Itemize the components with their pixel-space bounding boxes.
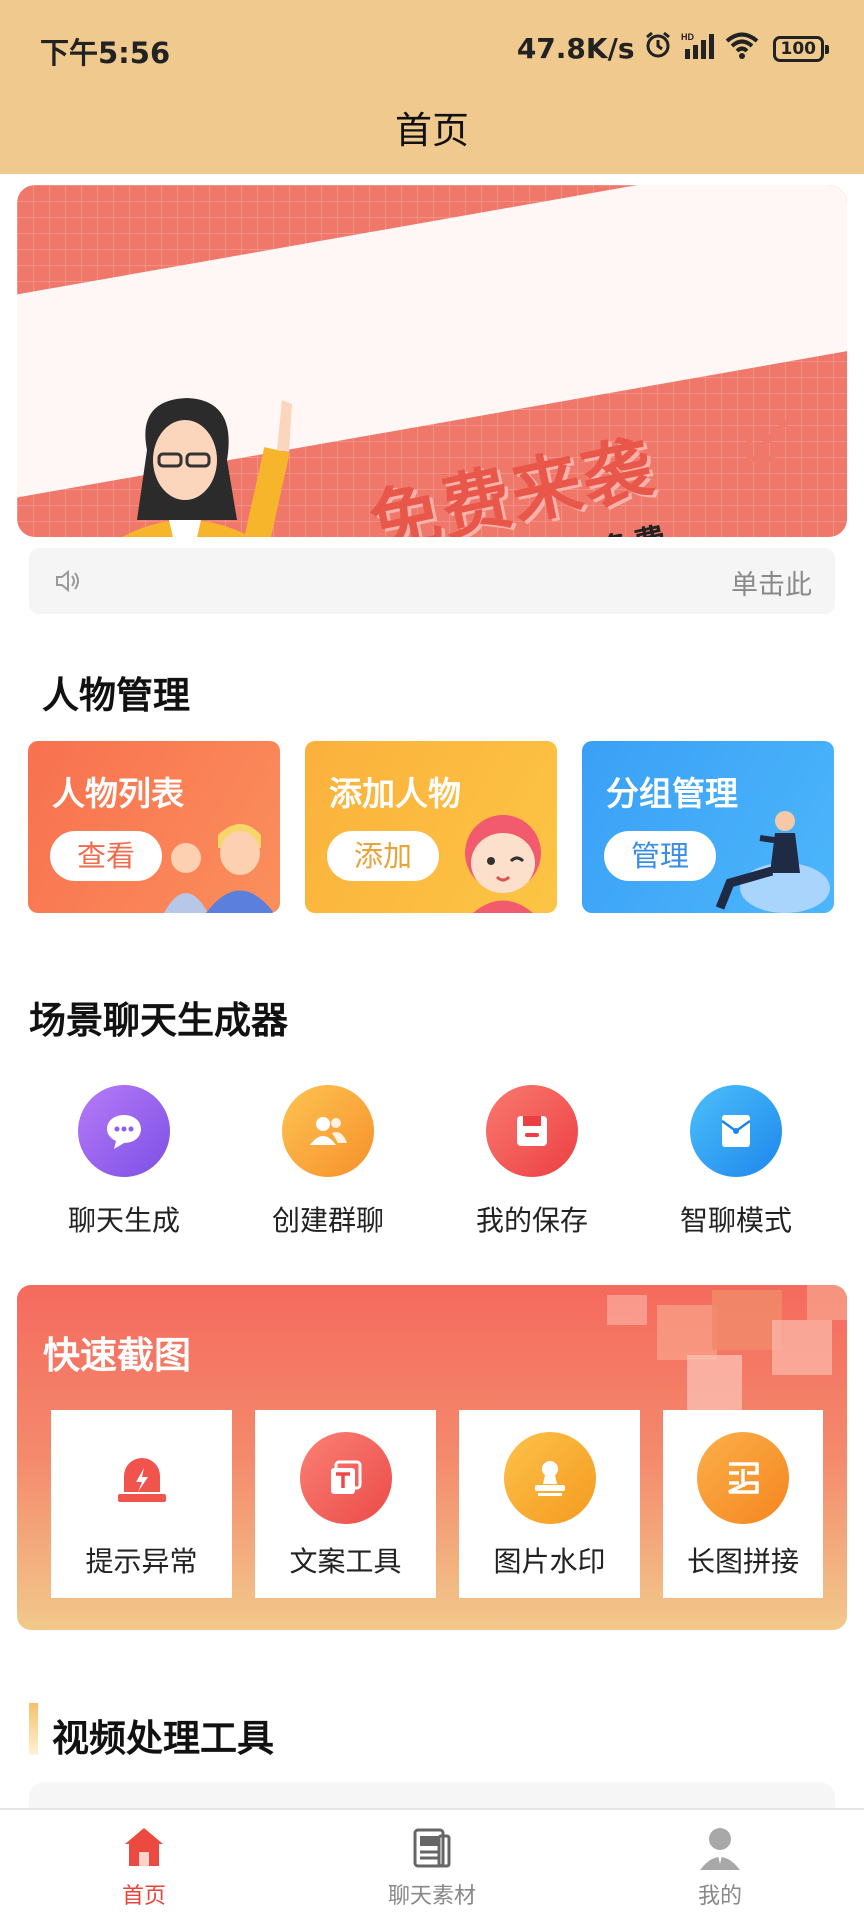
scene-section-title: 场景聊天生成器 [29,999,288,1042]
people-illustration [164,824,274,913]
image-watermark-tool[interactable]: 图片水印 [459,1410,640,1598]
wifi-icon [725,31,759,66]
section-accent-bar [29,1703,38,1755]
person-list-card[interactable]: 人物列表 查看 [28,741,280,913]
material-icon [413,1828,451,1868]
chat-generate-item[interactable]: 聊天生成 [29,1085,219,1239]
bottom-nav: 首页 聊天素材 我的 [0,1808,864,1922]
teacher-illustration [122,398,292,537]
quick-section-title: 快速截图 [43,1334,191,1377]
scene-label: 聊天生成 [67,1204,180,1237]
card-title: 添加人物 [329,774,461,813]
nav-label: 聊天素材 [387,1884,476,1909]
add-button[interactable]: 添加 [327,831,439,881]
group-manage-card[interactable]: 分组管理 管理 [582,741,834,913]
girl-face-illustration [465,815,541,913]
signal-icon: HD [681,31,717,66]
notice-text: 单击此 [731,570,811,601]
stitch-icon [697,1432,789,1524]
tool-label: 长图拼接 [686,1545,799,1578]
my-saved-item[interactable]: 我的保存 [437,1085,627,1239]
scene-label: 智聊模式 [679,1204,792,1237]
alarm-icon [643,30,673,67]
create-group-chat-item[interactable]: 创建群聊 [233,1085,423,1239]
envelope-icon [690,1085,782,1177]
scene-label: 我的保存 [475,1204,588,1237]
save-icon [486,1085,578,1177]
promo-banner[interactable]: 免费来袭 所有功能限时免费 [17,185,847,537]
copywriting-tool[interactable]: 文案工具 [255,1410,436,1598]
tool-label: 提示异常 [85,1545,198,1578]
group-icon [282,1085,374,1177]
arrow-down-left-icon [746,418,790,462]
scene-label: 创建群聊 [271,1204,384,1237]
add-person-card[interactable]: 添加人物 添加 [305,741,557,913]
quick-screenshot-panel: 快速截图 提示异常 文案工具 图片水印 长图拼接 [17,1285,847,1630]
tool-label: 图片水印 [493,1545,606,1578]
status-time: 下午5:56 [40,36,171,70]
smart-chat-mode-item[interactable]: 智聊模式 [641,1085,831,1239]
page-title: 首页 [395,109,469,152]
video-section-title: 视频处理工具 [52,1717,274,1760]
text-tool-icon [300,1432,392,1524]
alert-anomaly-tool[interactable]: 提示异常 [51,1410,232,1598]
nav-label: 首页 [121,1884,166,1909]
speaker-icon [56,570,79,592]
nav-label: 我的 [697,1884,742,1909]
view-button[interactable]: 查看 [50,831,162,881]
notice-bar[interactable]: 单击此 [29,548,835,614]
svg-text:HD: HD [681,32,694,42]
stamp-icon [504,1432,596,1524]
status-icons: 47.8K/s HD 100 [516,30,829,67]
home-icon [125,1828,163,1866]
cubes-decoration [607,1285,847,1410]
chat-bubble-icon [78,1085,170,1177]
tool-label: 文案工具 [289,1545,402,1578]
alarm-light-icon [96,1432,188,1524]
user-icon [700,1828,740,1870]
long-image-stitch-tool[interactable]: 长图拼接 [663,1410,823,1598]
person-section-title: 人物管理 [42,674,190,717]
battery-indicator: 100 [772,35,829,62]
card-title: 人物列表 [52,774,184,813]
nav-chat-material[interactable]: 聊天素材 [332,1824,532,1910]
sitting-man-illustration [715,811,830,913]
top-app-bar: 下午5:56 47.8K/s HD 100 首页 [0,0,864,174]
nav-home[interactable]: 首页 [44,1824,244,1910]
network-speed: 47.8K/s [516,32,635,65]
nav-mine[interactable]: 我的 [620,1824,820,1910]
